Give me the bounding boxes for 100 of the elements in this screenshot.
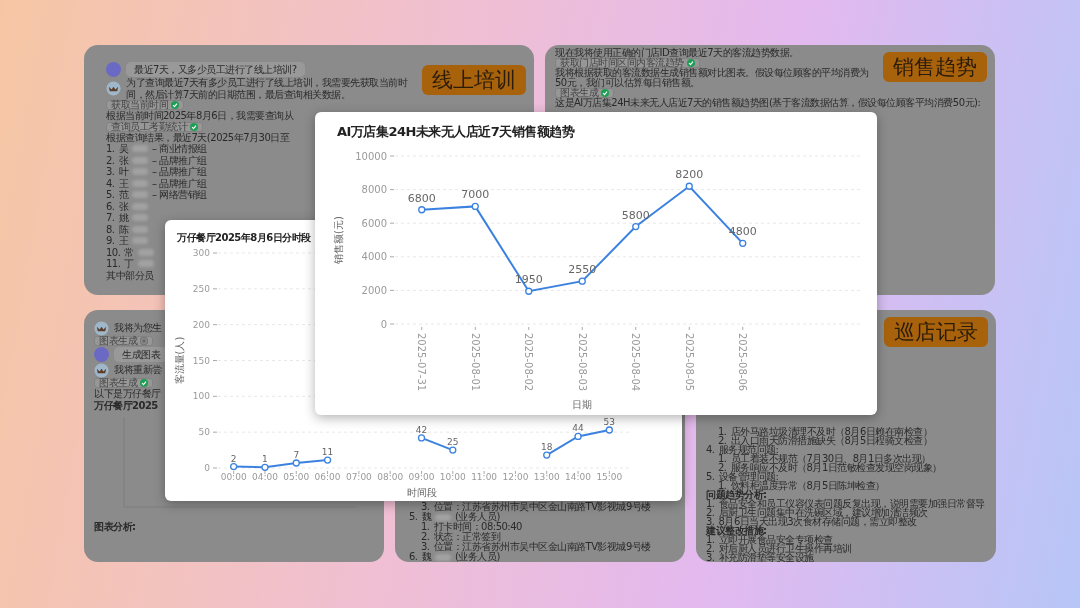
- data-label: 7: [293, 450, 300, 460]
- data-point: [632, 222, 640, 231]
- person-name: 吴: [118, 143, 129, 155]
- bot-message: 我将重新尝: [114, 364, 162, 376]
- person-name: 范: [118, 189, 129, 201]
- data-point: [574, 432, 582, 441]
- list-number: 5.: [706, 472, 715, 481]
- axis-tick-label: 08:00: [377, 472, 404, 482]
- list-number: 1.: [718, 454, 727, 463]
- data-label: 7000: [461, 188, 490, 202]
- list-text: 饮料柜温度异常（8月5日陈坤检查）: [730, 481, 885, 490]
- axis-tick-label: 8000: [361, 184, 387, 196]
- axis-title: 日期: [572, 399, 593, 410]
- data-point: [449, 446, 457, 454]
- blur-patch: [132, 168, 149, 176]
- axis-tick-label: 2025-07-31: [416, 333, 428, 392]
- bot-avatar-icon: [106, 81, 121, 96]
- person-name: 张: [118, 200, 129, 212]
- section-heading: 图表分析:: [94, 521, 136, 533]
- list-number: 10.: [106, 246, 121, 258]
- list-text: – 网络营销组: [152, 189, 207, 201]
- list-text: 对后厨人员进行卫生操作再培训: [718, 544, 852, 553]
- bot-avatar-icon: [94, 320, 109, 336]
- list-number: 3.: [706, 517, 715, 526]
- axis-tick-label: 250: [192, 284, 210, 294]
- list-text: 设备管理问题:: [718, 472, 779, 481]
- user-avatar-icon: [94, 346, 109, 362]
- list-number: 6.: [106, 200, 115, 212]
- data-point: [685, 182, 693, 190]
- tool-name: 图表生成: [99, 336, 137, 346]
- axis-tick-label: 2025-08-05: [683, 333, 695, 392]
- blur-patch: [132, 191, 149, 199]
- person-name: 张: [118, 154, 129, 166]
- list-text: 8月6日当天出现3次食材存储问题，需立即整改: [718, 517, 917, 526]
- axis-tick-label: 0: [204, 463, 210, 474]
- list-text: – 品牌推广组: [152, 166, 207, 178]
- data-label: 5800: [621, 208, 650, 222]
- axis-tick-label: 150: [192, 355, 210, 366]
- data-label: 42: [415, 424, 428, 435]
- axis-title: 销售额(元): [333, 216, 344, 264]
- list-text: 出入口雨天防滑措施缺失（8月5日程骑文检查）: [730, 436, 933, 445]
- list-number: 3.: [421, 542, 430, 552]
- data-label: 2: [230, 453, 237, 464]
- message-text: 现在我将使用正确的门店ID查询最近7天的客流趋势数据。: [555, 48, 799, 58]
- bot-message: 我将为您生: [114, 322, 162, 334]
- person-name: 王: [118, 177, 129, 189]
- message-text: 其中部分员: [106, 269, 154, 281]
- axis-tick-label: 50: [198, 427, 210, 438]
- axis-tick-label: 10000: [355, 150, 387, 162]
- axis-tick-label: 13:00: [533, 472, 560, 482]
- axis-title: 时间段: [406, 487, 437, 498]
- chart-title: 万仔餐厅2025: [94, 399, 158, 411]
- data-point: [418, 206, 426, 214]
- tool-name: 获取门店时间区间内客流趋势: [560, 58, 684, 68]
- person-name: 魏: [421, 552, 432, 562]
- feature-label: 销售趋势: [883, 52, 987, 82]
- data-point: [578, 277, 586, 285]
- axis-tick-label: 2025-08-06: [737, 333, 749, 392]
- list-text: – 品牌推广组: [152, 177, 207, 189]
- list-text: 立即开展食品安全专项检查: [718, 535, 833, 544]
- data-point: [525, 287, 533, 295]
- data-label: 18: [541, 442, 553, 453]
- person-name: 魏: [421, 512, 432, 522]
- blur-patch: [132, 145, 149, 153]
- list-number: 1.: [106, 143, 115, 155]
- list-text: 打卡时间：08:50:40: [433, 522, 522, 532]
- axis-tick-label: 11:00: [471, 472, 498, 482]
- list-text: 位置：江苏省苏州市吴中区金山南路TV影视城9号楼: [433, 542, 651, 552]
- list-text: 位置：江苏省苏州市吴中区金山南路TV影视城9号楼: [433, 502, 651, 512]
- list-text: 状态：正常签到: [433, 532, 501, 542]
- axis-tick-label: 09:00: [408, 472, 435, 482]
- person-name: 丁: [124, 258, 134, 270]
- data-point: [417, 434, 426, 442]
- person-name: 常: [124, 246, 134, 258]
- list-number: 7.: [106, 212, 115, 224]
- section-heading: 问题趋势分析:: [706, 490, 767, 499]
- axis-tick-label: 2025-08-02: [523, 333, 535, 392]
- axis-tick-label: 15:00: [596, 472, 623, 482]
- data-label: 8200: [675, 168, 704, 182]
- tool-name: 查询员工考勤统计: [111, 121, 187, 132]
- list-number: 4.: [106, 177, 115, 189]
- axis-tick-label: 10:00: [439, 472, 466, 482]
- axis-tick-label: 200: [192, 319, 210, 330]
- list-number: 5.: [409, 512, 418, 522]
- list-number: 8.: [106, 223, 115, 235]
- axis-tick-label: 14:00: [565, 472, 591, 482]
- message-text: 根据查询结果，最近7天(2025年7月30日至: [106, 131, 290, 143]
- axis-tick-label: 06:00: [314, 472, 341, 482]
- user-message: 生成图表: [114, 346, 168, 362]
- message-text: 我将根据获取的客流数据生成销售额对比图表。假设每位顾客的平均消费为50元，我们可以估算每日销售额。: [555, 68, 870, 88]
- blur-patch: [137, 248, 154, 256]
- data-point: [323, 456, 332, 464]
- axis-tick-label: 2025-08-03: [576, 333, 588, 392]
- blur-patch: [132, 237, 149, 245]
- axis-tick-label: 2025-08-01: [469, 333, 481, 392]
- data-label: 25: [447, 437, 459, 448]
- list-number: 2.: [421, 532, 430, 542]
- data-point: [543, 451, 551, 459]
- list-number: 3.: [706, 553, 715, 562]
- list-text: – 品牌推广组: [152, 154, 207, 166]
